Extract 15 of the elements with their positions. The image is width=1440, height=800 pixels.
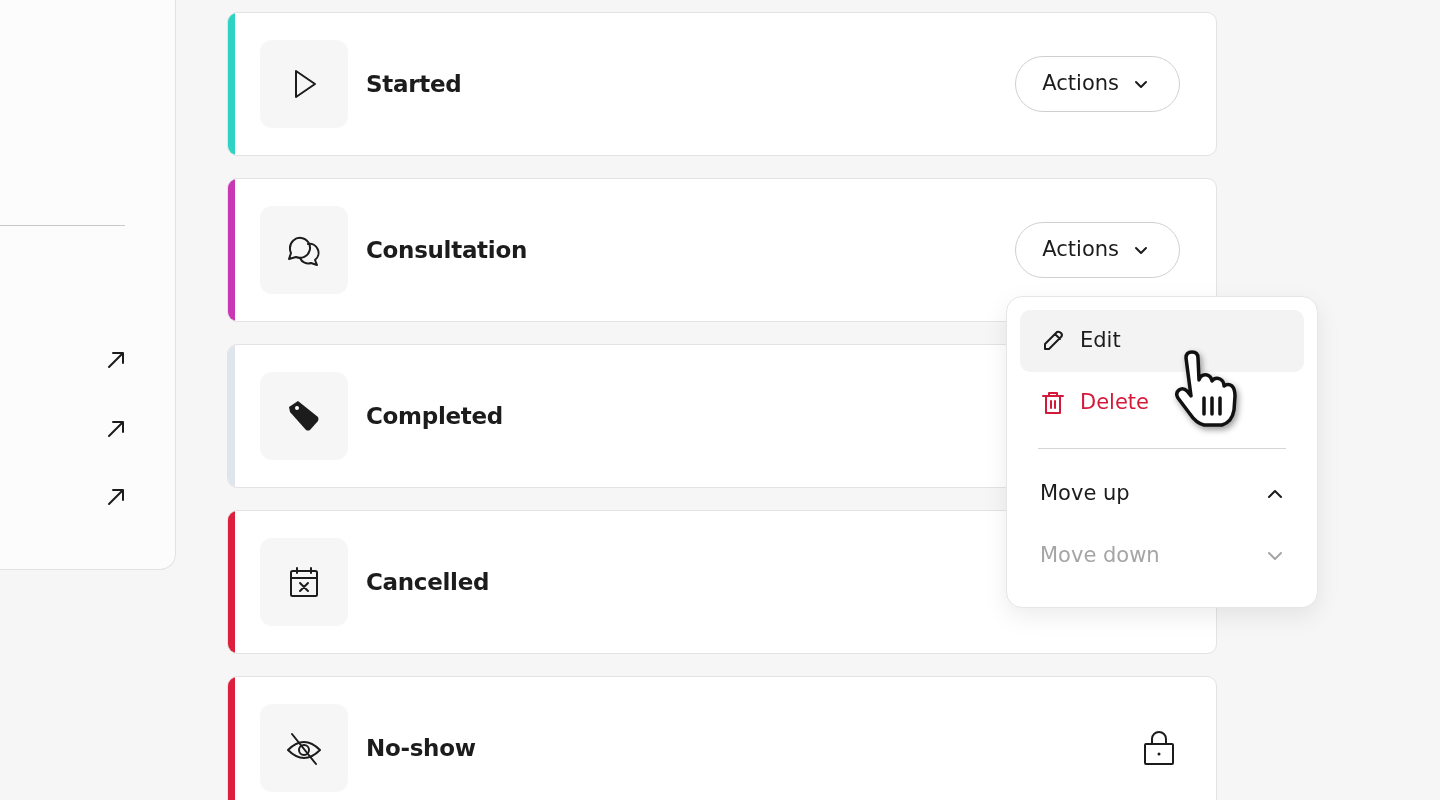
arrow-up-right-icon[interactable]	[107, 488, 125, 507]
status-name: Started	[366, 69, 462, 99]
arrow-up-right-icon[interactable]	[107, 351, 125, 370]
menu-item[interactable]: Edit	[1020, 310, 1304, 372]
actions-dropdown-button[interactable]: Actions	[1015, 56, 1180, 112]
menu-item[interactable]: Delete	[1020, 372, 1304, 434]
arrow-up-right-icon[interactable]	[107, 419, 125, 438]
status-name: Cancelled	[366, 567, 490, 597]
actions-dropdown-button[interactable]: Actions	[1015, 222, 1180, 278]
menu-item[interactable]: Move up	[1020, 463, 1304, 525]
status-name: Consultation	[366, 235, 527, 265]
status-name: No-show	[366, 733, 476, 763]
status-name: Completed	[366, 401, 503, 431]
lock-icon	[1142, 731, 1176, 765]
trash-icon	[1040, 390, 1066, 416]
